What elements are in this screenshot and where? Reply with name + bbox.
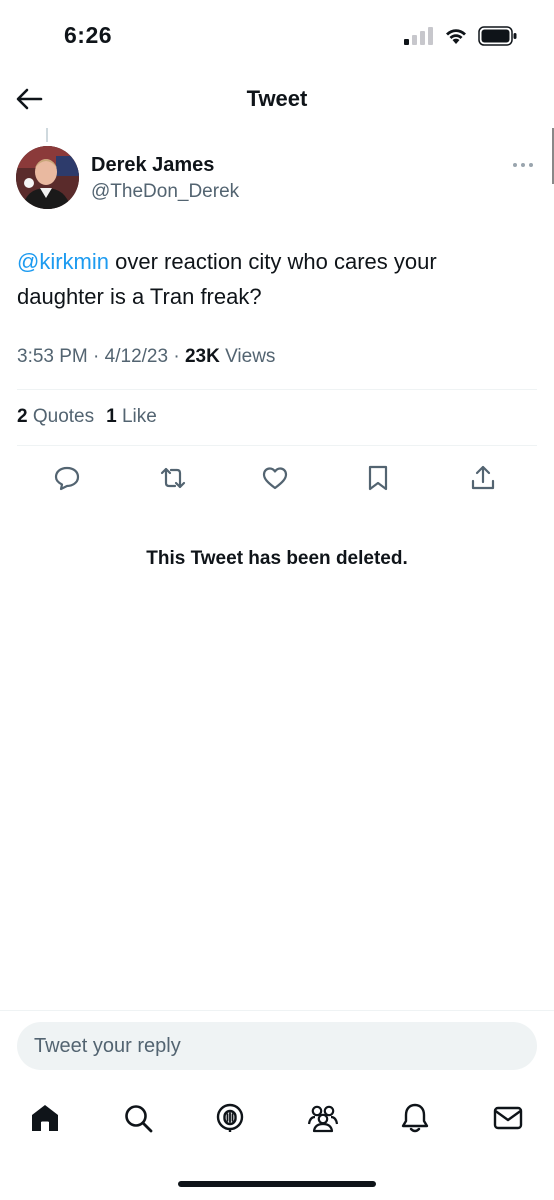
communities-icon [307,1105,339,1133]
deleted-tweet-notice: This Tweet has been deleted. [146,548,408,569]
page-title: Tweet [246,86,308,111]
home-icon [32,1105,58,1131]
battery-icon [478,26,517,46]
like-button[interactable] [257,456,293,500]
tab-communities[interactable] [305,1100,341,1136]
author-handle[interactable]: @TheDon_Derek [91,181,239,203]
status-time: 6:26 [64,22,113,48]
views-count: 23K [184,346,220,367]
reply-placeholder: Tweet your reply [34,1035,181,1057]
tweet-text: @kirkmin over reaction city who cares yo… [17,244,527,314]
wifi-icon [446,29,466,44]
tweet-actions [0,456,554,500]
divider [17,445,537,446]
heart-icon [262,467,288,490]
profile-photo [16,146,79,209]
search-icon [125,1105,153,1133]
likes-count: 1 [106,406,117,427]
quotes-count: 2 [17,406,28,427]
share-button[interactable] [465,456,501,500]
likes-stat[interactable]: 1 Like [106,406,157,428]
divider [0,1010,554,1011]
quotes-stat[interactable]: 2 Quotes [17,406,94,428]
tab-search[interactable] [120,1100,156,1136]
tweet-date: 4/12/23 [104,346,169,367]
more-dots-icon [513,163,533,167]
bookmark-button[interactable] [360,456,396,500]
thread-connector-line [46,128,48,142]
share-icon [471,465,495,490]
tweet-meta: 3:53 PM · 4/12/23 · 23K Views [17,346,276,367]
author-name[interactable]: Derek James [91,154,214,177]
quotes-label: Quotes [32,406,95,427]
tab-spaces[interactable] [212,1100,248,1136]
views-label: Views [225,346,276,367]
tab-home[interactable] [27,1100,63,1136]
tab-notifications[interactable] [397,1100,433,1136]
messages-icon [493,1106,523,1130]
retweet-button[interactable] [155,456,191,500]
reply-input[interactable]: Tweet your reply [17,1022,537,1070]
more-options-button[interactable] [512,156,534,174]
spaces-icon [216,1103,244,1132]
retweet-icon [160,467,186,489]
reply-button[interactable] [49,456,85,500]
avatar[interactable] [16,146,79,209]
home-indicator [178,1181,376,1187]
tab-messages[interactable] [490,1100,526,1136]
status-icons [404,26,518,46]
engagement-stats: 2 Quotes 1 Like [17,406,157,428]
tweet-time: 3:53 PM [17,346,88,367]
cellular-signal-icon [404,27,433,45]
likes-label: Like [121,406,157,427]
mention-link[interactable]: @kirkmin [17,249,109,274]
divider [17,389,537,390]
notifications-icon [401,1103,429,1133]
reply-icon [54,466,80,491]
bookmark-icon [368,465,388,491]
